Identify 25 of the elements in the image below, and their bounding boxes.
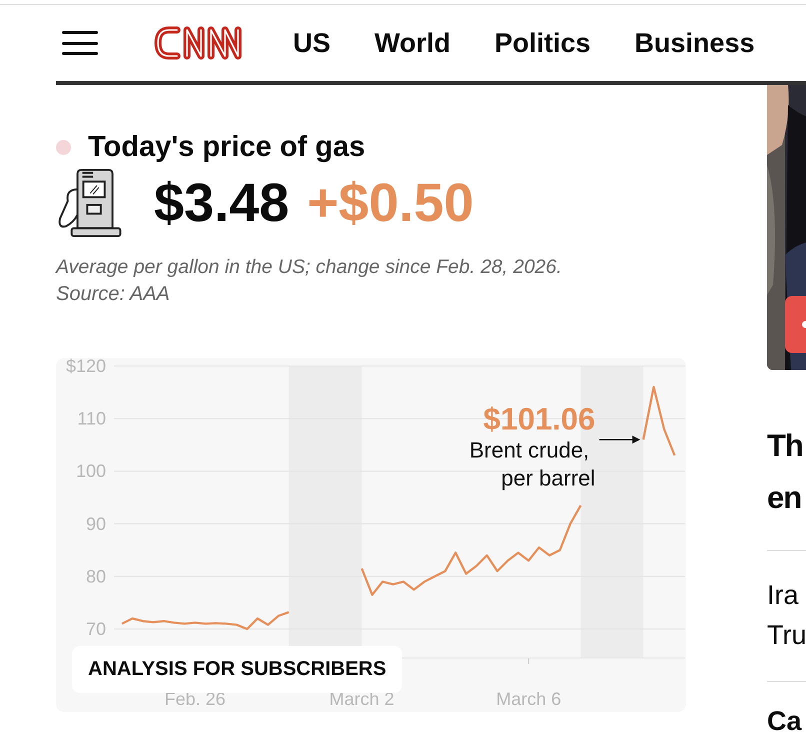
headline[interactable]: Th en <box>767 420 806 524</box>
axis-label: 70 <box>86 619 106 639</box>
nav-link[interactable]: US <box>293 28 331 58</box>
nav-link[interactable]: World <box>374 28 451 58</box>
gas-price: $3.48 <box>154 172 290 234</box>
axis-label: $120 <box>66 358 106 376</box>
story-link[interactable]: Ira Tru <box>767 575 806 655</box>
section-title: Today's price of gas <box>88 131 366 164</box>
nav-link[interactable]: Business <box>634 28 755 58</box>
price-change: +$0.50 <box>307 172 474 234</box>
axis-label: 110 <box>77 408 106 429</box>
axis-label: 80 <box>86 566 106 586</box>
caption: Average per gallon in the US; change since Feb. 28, 2026. <box>56 255 563 280</box>
axis-label: March 6 <box>496 689 562 709</box>
nav-link[interactable]: Politics <box>494 28 591 58</box>
live-dot <box>56 140 71 155</box>
axis-label: 90 <box>86 514 106 534</box>
source-note: Source: AAA <box>56 282 171 307</box>
price-annotation: $101.06 <box>483 402 596 437</box>
subscriber-label[interactable]: ANALYSIS FOR SUBSCRIBERS <box>72 646 402 693</box>
annotation-text: Brent crude, per barrel <box>469 438 596 491</box>
menu-icon[interactable] <box>62 31 98 55</box>
axis-label: 100 <box>76 461 106 482</box>
headline[interactable]: Ca <box>767 706 806 736</box>
arrow <box>599 436 640 444</box>
